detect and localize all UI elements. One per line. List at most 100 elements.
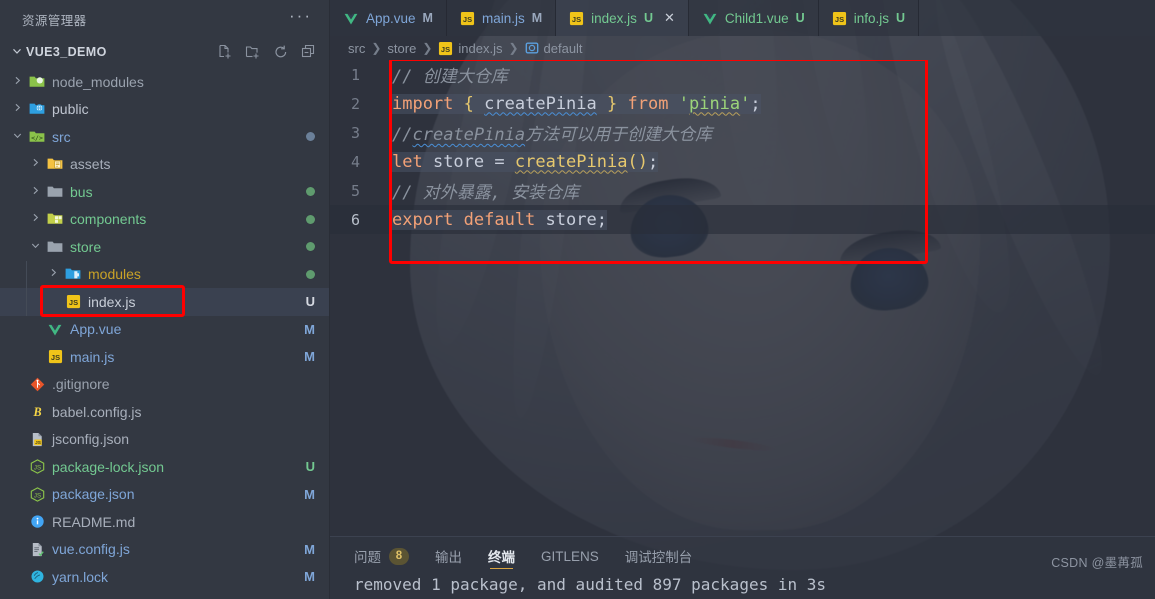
explorer-root-row[interactable]: VUE3_DEMO <box>0 38 329 66</box>
chevron-right-icon[interactable] <box>8 75 26 89</box>
breadcrumb-item[interactable]: JS index.js <box>438 41 502 56</box>
problems-count-badge: 8 <box>389 547 409 565</box>
chevron-right-icon[interactable] <box>26 212 44 226</box>
code-text[interactable]: //createPinia方法可以用于创建大仓库 <box>374 120 712 145</box>
chevron-right-icon[interactable] <box>8 102 26 116</box>
svg-text:B: B <box>32 405 41 419</box>
tree-item-main-js[interactable]: JS main.js M <box>0 343 329 371</box>
tree-item-package-lock-json[interactable]: JS package-lock.json U <box>0 453 329 481</box>
yarn-file-icon <box>26 569 48 584</box>
workspace-name: VUE3_DEMO <box>26 45 107 59</box>
code-line[interactable]: 6 export default store; <box>330 205 1155 234</box>
chevron-right-icon[interactable] <box>26 157 44 171</box>
tree-item--gitignore[interactable]: .gitignore <box>0 371 329 399</box>
folder-node-modules-icon <box>26 75 48 89</box>
file-tree[interactable]: node_modules public </> src assets bus compone… <box>0 66 329 599</box>
close-icon[interactable]: ✕ <box>664 10 675 26</box>
code-text[interactable]: import { createPinia } from 'pinia'; <box>374 93 761 114</box>
tab-git-state: M <box>422 11 433 25</box>
tree-item-package-json[interactable]: JS package.json M <box>0 481 329 509</box>
breadcrumb-item[interactable]: src <box>348 41 365 56</box>
git-status-badge: M <box>304 321 315 337</box>
tree-item-app-vue[interactable]: App.vue M <box>0 316 329 344</box>
code-line[interactable]: 5 // 对外暴露, 安装仓库 <box>330 176 1155 205</box>
tree-item-label: assets <box>70 156 111 173</box>
editor-tab-app-vue[interactable]: App.vue M <box>330 0 447 36</box>
panel-tab-item-1[interactable]: 输出 <box>435 537 462 575</box>
line-number: 4 <box>350 152 360 171</box>
tree-item-index-js[interactable]: JS index.js U <box>0 288 329 316</box>
chevron-down-icon[interactable] <box>26 240 44 254</box>
new-file-icon[interactable] <box>217 44 233 60</box>
tree-item-jsconfig-json[interactable]: JS jsconfig.json <box>0 426 329 454</box>
explorer-title: 资源管理器 <box>22 13 87 28</box>
breadcrumb[interactable]: src ❯ store ❯ JS index.js ❯ default <box>330 36 1155 60</box>
terminal-output-line: removed 1 package, and audited 897 packa… <box>354 575 827 594</box>
tree-item-babel-config-js[interactable]: Bbabel.config.js <box>0 398 329 426</box>
tree-item-bus[interactable]: bus <box>0 178 329 206</box>
tree-item-label: components <box>70 211 147 228</box>
folder-open-icon <box>44 240 66 254</box>
explorer-more-actions-button[interactable]: ··· <box>286 7 315 29</box>
tree-item-readme-md[interactable]: README.md <box>0 508 329 536</box>
editor-tab-child1-vue[interactable]: Child1.vue U <box>688 0 819 36</box>
breadcrumb-item[interactable]: default <box>525 41 583 56</box>
tree-item-yarn-lock[interactable]: yarn.lock M <box>0 563 329 591</box>
folder-status-dot <box>306 132 315 142</box>
breadcrumb-label: index.js <box>458 40 503 56</box>
code-text[interactable]: export default store; <box>374 209 607 230</box>
refresh-icon[interactable] <box>273 44 289 60</box>
panel-tab-item-4[interactable]: 调试控制台 <box>625 537 693 575</box>
tree-item-label: package-lock.json <box>52 458 165 475</box>
tree-item-node-modules[interactable]: node_modules <box>0 68 329 96</box>
collapse-all-icon[interactable] <box>301 44 317 60</box>
js-file-icon: JS <box>44 349 66 364</box>
panel-tab-gitlens[interactable]: GITLENS <box>541 537 599 575</box>
code-text[interactable]: // 对外暴露, 安装仓库 <box>374 178 579 203</box>
code-line[interactable]: 4 let store = createPinia(); <box>330 147 1155 176</box>
tree-item-label: bus <box>70 183 93 200</box>
editor-tab-main-js[interactable]: JS main.js M <box>446 0 557 36</box>
chevron-right-icon[interactable] <box>44 267 62 281</box>
tree-item-components[interactable]: components <box>0 206 329 234</box>
tab-label: Child1.vue <box>724 10 789 26</box>
breadcrumb-item[interactable]: store <box>387 41 416 56</box>
editor-tab-bar[interactable]: App.vue M JS main.js M JS index.js U ✕ Child1.vue… <box>330 0 1155 36</box>
svg-text:JS: JS <box>68 298 77 307</box>
line-number: 6 <box>350 210 360 229</box>
editor-tab-info-js[interactable]: JS info.js U <box>818 0 920 36</box>
svg-text:JS: JS <box>33 465 40 472</box>
chevron-right-icon[interactable] <box>26 185 44 199</box>
code-text[interactable]: // 创建大仓库 <box>374 62 508 87</box>
code-line[interactable]: 3 //createPinia方法可以用于创建大仓库 <box>330 118 1155 147</box>
breadcrumb-label: store <box>387 40 417 56</box>
code-line[interactable]: 1 // 创建大仓库 <box>330 60 1155 89</box>
git-status-badge: M <box>304 349 315 365</box>
folder-src-icon: </> <box>26 130 48 144</box>
code-editor[interactable]: 1 // 创建大仓库 2 import { createPinia } from 'p… <box>330 60 1155 536</box>
tree-indent-guide <box>26 288 27 316</box>
tree-item-store[interactable]: store <box>0 233 329 261</box>
tree-item-modules[interactable]: modules <box>0 260 329 288</box>
tree-item-label: store <box>70 238 102 255</box>
chevron-down-icon[interactable] <box>8 45 26 60</box>
code-text[interactable]: let store = createPinia(); <box>374 151 659 172</box>
code-content[interactable]: 1 // 创建大仓库 2 import { createPinia } from 'p… <box>330 60 1155 234</box>
chevron-down-icon[interactable] <box>8 130 26 144</box>
svg-text:JS: JS <box>463 14 472 23</box>
code-line[interactable]: 2 import { createPinia } from 'pinia'; <box>330 89 1155 118</box>
js-file-icon: JS <box>438 41 453 56</box>
panel-tab-list[interactable]: 问题 8 输出 终端 GITLENS 调试控制台 <box>330 537 1155 575</box>
new-folder-icon[interactable] <box>245 44 261 60</box>
tree-item-public[interactable]: public <box>0 96 329 124</box>
breadcrumb-separator: ❯ <box>422 41 433 55</box>
panel-tab-label: 问题 <box>354 550 381 565</box>
tree-item-vue-config-js[interactable]: vue.config.js M <box>0 536 329 564</box>
export-symbol-icon <box>525 41 539 55</box>
editor-tab-index-js[interactable]: JS index.js U ✕ <box>556 0 689 36</box>
tree-item-assets[interactable]: assets <box>0 151 329 179</box>
tree-item-src[interactable]: </> src <box>0 123 329 151</box>
panel-tab-item-0[interactable]: 问题 8 <box>354 537 409 575</box>
panel-tab-item-2[interactable]: 终端 <box>488 537 515 575</box>
line-number: 1 <box>350 65 360 84</box>
